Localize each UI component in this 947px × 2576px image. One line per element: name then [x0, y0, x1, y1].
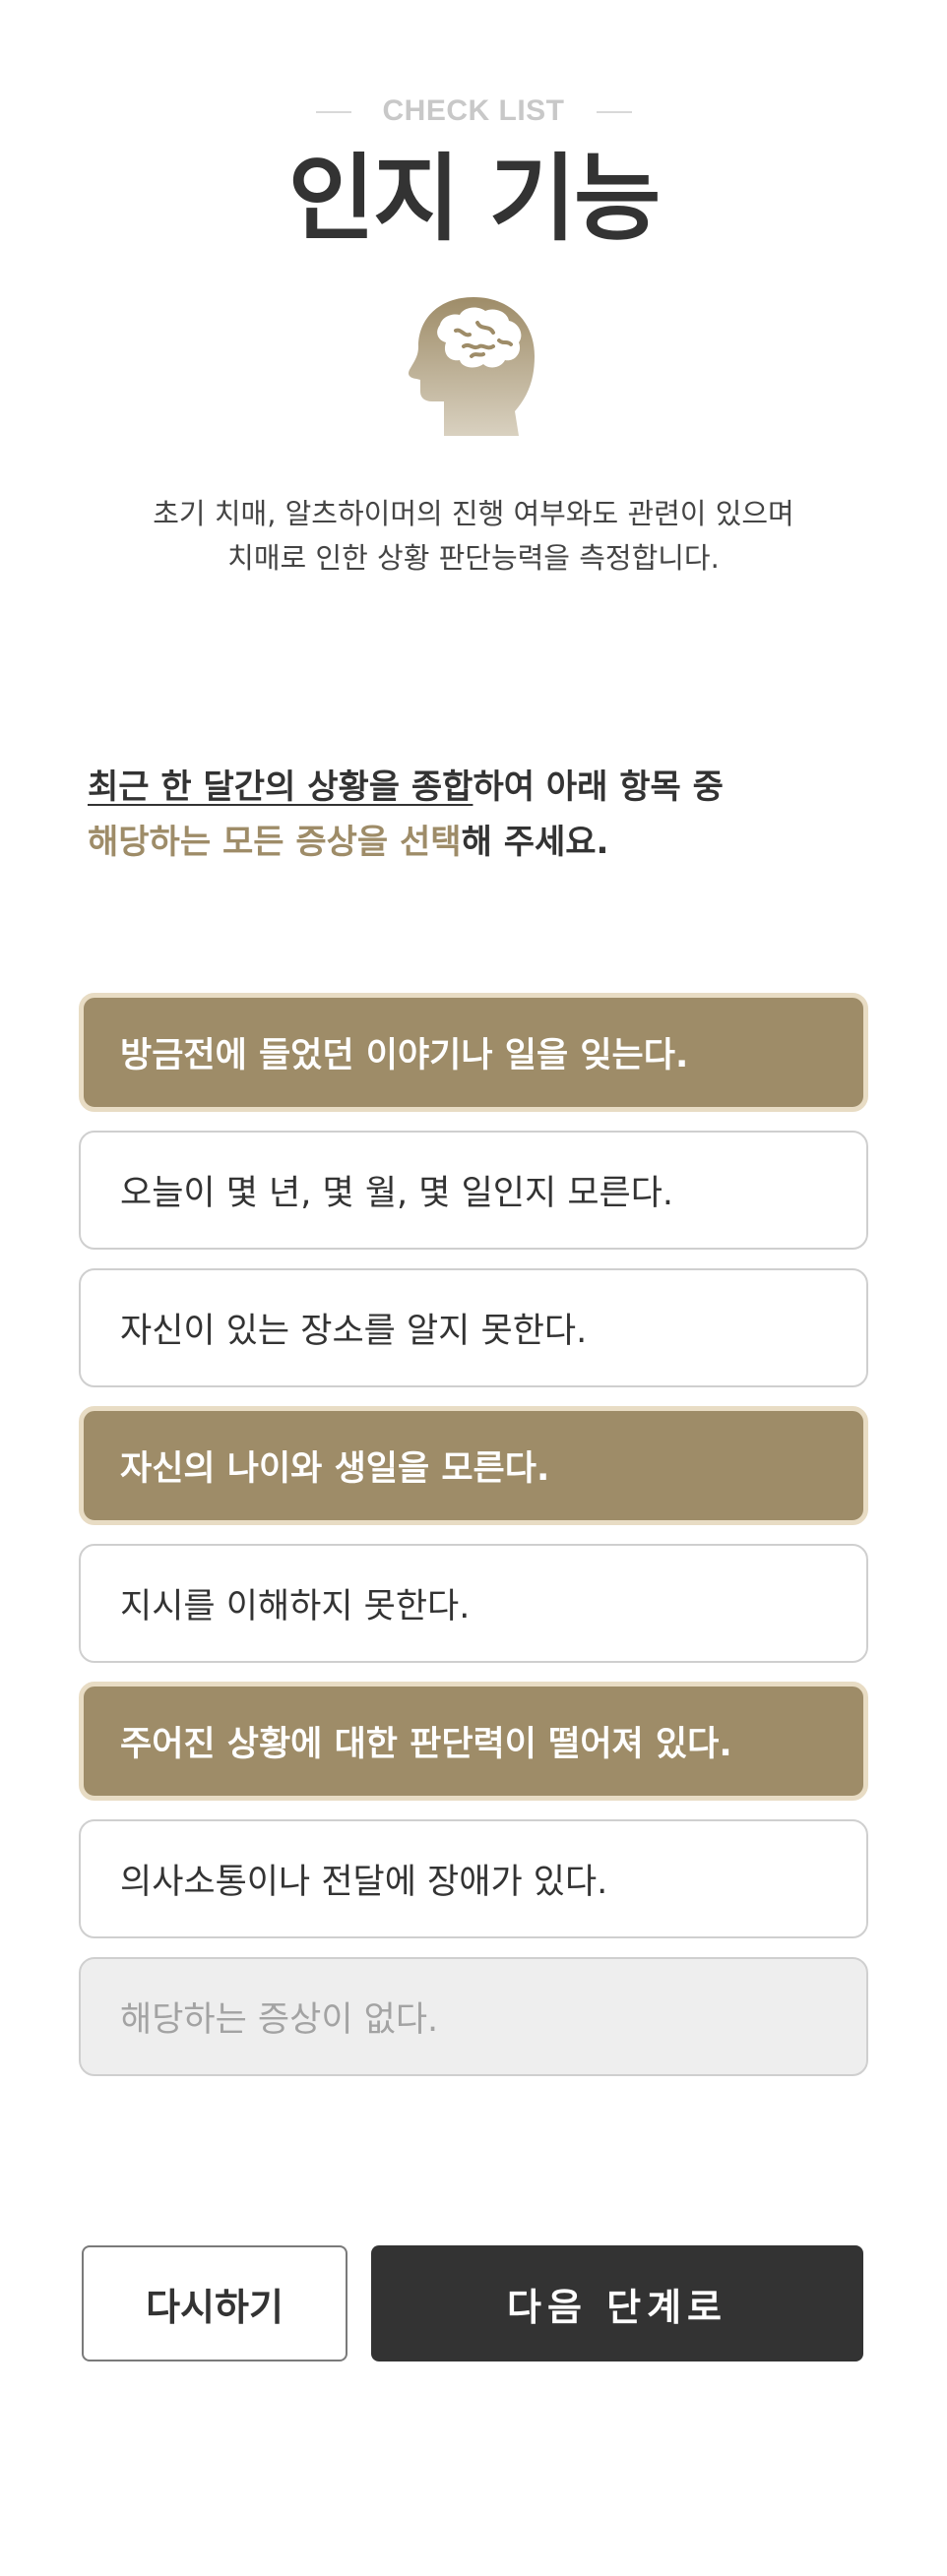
option-5[interactable]: 지시를 이해하지 못한다. [79, 1544, 868, 1663]
action-buttons: 다시하기 다음 단계로 [82, 2245, 863, 2361]
option-1[interactable]: 방금전에 들었던 이야기나 일을 잊는다. [79, 993, 868, 1112]
instruction-accent: 해당하는 모든 증상을 선택 [88, 823, 462, 862]
brain-head-icon [405, 295, 542, 438]
option-label: 자신의 나이와 생일을 모른다. [120, 1449, 550, 1489]
description-line-2: 치매로 인한 상황 판단능력을 측정합니다. [227, 541, 720, 575]
retry-button[interactable]: 다시하기 [82, 2245, 347, 2361]
option-label: 의사소통이나 전달에 장애가 있다. [120, 1863, 608, 1902]
option-2[interactable]: 오늘이 몇 년, 몇 월, 몇 일인지 모른다. [79, 1131, 868, 1250]
instruction-text: 최근 한 달간의 상황을 종합하여 아래 항목 중 해당하는 모든 증상을 선택… [88, 760, 875, 870]
option-6[interactable]: 주어진 상황에 대한 판단력이 떨어져 있다. [79, 1682, 868, 1801]
description-line-1: 초기 치매, 알츠하이머의 진행 여부와도 관련이 있으며 [153, 497, 794, 530]
description: 초기 치매, 알츠하이머의 진행 여부와도 관련이 있으며 치매로 인한 상황 … [0, 492, 947, 581]
eyebrow-divider-left [315, 111, 351, 114]
eyebrow-label: CHECK LIST [382, 94, 565, 127]
option-label: 주어진 상황에 대한 판단력이 떨어져 있다. [120, 1725, 732, 1764]
option-none[interactable]: 해당하는 증상이 없다. [79, 1957, 868, 2076]
instruction-part-2: 하여 아래 항목 중 [473, 767, 724, 807]
option-label: 방금전에 들었던 이야기나 일을 잊는다. [120, 1036, 689, 1075]
option-label: 자신이 있는 장소를 알지 못한다. [120, 1312, 588, 1351]
option-7[interactable]: 의사소통이나 전달에 장애가 있다. [79, 1819, 868, 1938]
option-label: 지시를 이해하지 못한다. [120, 1587, 471, 1626]
option-3[interactable]: 자신이 있는 장소를 알지 못한다. [79, 1268, 868, 1387]
option-4[interactable]: 자신의 나이와 생일을 모른다. [79, 1406, 868, 1525]
checklist-eyebrow: CHECK LIST [0, 94, 947, 128]
option-label: 오늘이 몇 년, 몇 월, 몇 일인지 모른다. [120, 1174, 674, 1213]
eyebrow-divider-right [596, 111, 632, 114]
instruction-line-2: 해당하는 모든 증상을 선택해 주세요. [88, 815, 875, 870]
instruction-part-4: 해 주세요. [461, 823, 609, 862]
instruction-line-1: 최근 한 달간의 상황을 종합하여 아래 항목 중 [88, 760, 875, 815]
next-step-button[interactable]: 다음 단계로 [371, 2245, 863, 2361]
instruction-underlined: 최근 한 달간의 상황을 종합 [88, 767, 474, 807]
symptom-options: 방금전에 들었던 이야기나 일을 잊는다. 오늘이 몇 년, 몇 월, 몇 일인… [79, 993, 868, 2095]
option-label: 해당하는 증상이 없다. [120, 2000, 439, 2040]
page-title: 인지 기능 [287, 144, 662, 254]
